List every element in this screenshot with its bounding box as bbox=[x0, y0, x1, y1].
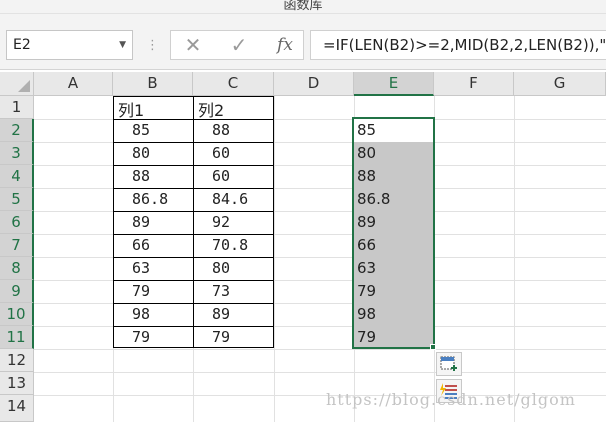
cell-c9[interactable]: 73 bbox=[212, 282, 230, 300]
table-divider bbox=[113, 142, 274, 143]
cell-b8[interactable]: 63 bbox=[132, 259, 150, 277]
cell-b7[interactable]: 66 bbox=[132, 236, 150, 254]
table-divider bbox=[113, 303, 274, 304]
row-header-10[interactable]: 10 bbox=[0, 303, 34, 326]
row-header-14[interactable]: 14 bbox=[0, 395, 34, 422]
row-header-9[interactable]: 9 bbox=[0, 280, 34, 303]
quick-analysis-button[interactable] bbox=[436, 352, 462, 376]
drag-handle-icon[interactable]: ⋮ bbox=[146, 36, 159, 56]
row-header-11[interactable]: 11 bbox=[0, 326, 34, 349]
cell-b10[interactable]: 98 bbox=[132, 305, 150, 323]
gridline bbox=[514, 96, 515, 422]
row-header-7[interactable]: 7 bbox=[0, 234, 34, 257]
cell-c10[interactable]: 89 bbox=[212, 305, 230, 323]
select-all-icon bbox=[18, 80, 30, 92]
cell-c7[interactable]: 70.8 bbox=[212, 236, 248, 254]
chevron-down-icon[interactable]: ▼ bbox=[119, 31, 126, 59]
window-title: 函数库 bbox=[283, 0, 323, 13]
confirm-button[interactable]: ✓ bbox=[221, 31, 257, 59]
cell-b2[interactable]: 85 bbox=[132, 121, 150, 139]
table-divider bbox=[113, 257, 274, 258]
column-header-b[interactable]: B bbox=[113, 72, 193, 96]
cell-c1[interactable]: 列2 bbox=[198, 97, 224, 121]
table-divider bbox=[113, 165, 274, 166]
cell-c8[interactable]: 80 bbox=[212, 259, 230, 277]
cell-c2[interactable]: 88 bbox=[212, 121, 230, 139]
cell-c6[interactable]: 92 bbox=[212, 213, 230, 231]
cell-b4[interactable]: 88 bbox=[132, 167, 150, 185]
cell-b5[interactable]: 86.8 bbox=[132, 190, 168, 208]
title-bar: 函数库 bbox=[0, 0, 606, 14]
column-header-d[interactable]: D bbox=[274, 72, 354, 96]
column-header-g[interactable]: G bbox=[514, 72, 606, 96]
cell-b3[interactable]: 80 bbox=[132, 144, 150, 162]
table-divider bbox=[113, 326, 274, 327]
name-box[interactable]: E2 ▼ bbox=[6, 30, 133, 60]
table-divider bbox=[193, 96, 194, 348]
row-header-13[interactable]: 13 bbox=[0, 372, 34, 395]
column-header-c[interactable]: C bbox=[193, 72, 274, 96]
table-divider bbox=[113, 280, 274, 281]
insert-function-button[interactable]: fx bbox=[267, 31, 303, 59]
table-divider bbox=[113, 234, 274, 235]
gridline bbox=[34, 349, 606, 350]
cell-b11[interactable]: 79 bbox=[132, 328, 150, 346]
cell-b9[interactable]: 79 bbox=[132, 282, 150, 300]
table-divider bbox=[113, 188, 274, 189]
formula-input[interactable]: =IF(LEN(B2)>=2,MID(B2,2,LEN(B2)),"") bbox=[310, 30, 606, 60]
column-header-e[interactable]: E bbox=[354, 72, 434, 96]
quick-analysis-icon bbox=[440, 356, 457, 371]
cell-b1[interactable]: 列1 bbox=[118, 97, 144, 121]
row-header-8[interactable]: 8 bbox=[0, 257, 34, 280]
name-box-value: E2 bbox=[13, 37, 31, 53]
worksheet-grid[interactable]: A B C D E F G 1 2 3 4 5 6 7 8 9 10 11 12… bbox=[0, 72, 606, 422]
gridline bbox=[274, 96, 275, 422]
row-header-2[interactable]: 2 bbox=[0, 119, 34, 142]
row-header-6[interactable]: 6 bbox=[0, 211, 34, 234]
row-header-4[interactable]: 4 bbox=[0, 165, 34, 188]
watermark: https://blog.csdn.net/glgom bbox=[326, 390, 576, 409]
row-header-3[interactable]: 3 bbox=[0, 142, 34, 165]
formula-buttons: ✕ ✓ fx bbox=[170, 30, 304, 60]
gridline bbox=[34, 372, 606, 373]
row-header-1[interactable]: 1 bbox=[0, 96, 34, 119]
column-header-a[interactable]: A bbox=[34, 72, 113, 96]
select-all-button[interactable] bbox=[0, 72, 34, 96]
row-header-5[interactable]: 5 bbox=[0, 188, 34, 211]
table-divider bbox=[113, 211, 274, 212]
cell-b6[interactable]: 89 bbox=[132, 213, 150, 231]
cancel-button[interactable]: ✕ bbox=[175, 31, 211, 59]
cell-c3[interactable]: 60 bbox=[212, 144, 230, 162]
selection-outline bbox=[352, 117, 435, 349]
column-header-f[interactable]: F bbox=[434, 72, 514, 96]
cell-c4[interactable]: 60 bbox=[212, 167, 230, 185]
cell-c11[interactable]: 79 bbox=[212, 328, 230, 346]
fill-handle[interactable] bbox=[430, 344, 436, 350]
formula-bar: E2 ▼ ⋮ ✕ ✓ fx =IF(LEN(B2)>=2,MID(B2,2,LE… bbox=[0, 14, 606, 70]
row-header-12[interactable]: 12 bbox=[0, 349, 34, 372]
cell-c5[interactable]: 84.6 bbox=[212, 190, 248, 208]
